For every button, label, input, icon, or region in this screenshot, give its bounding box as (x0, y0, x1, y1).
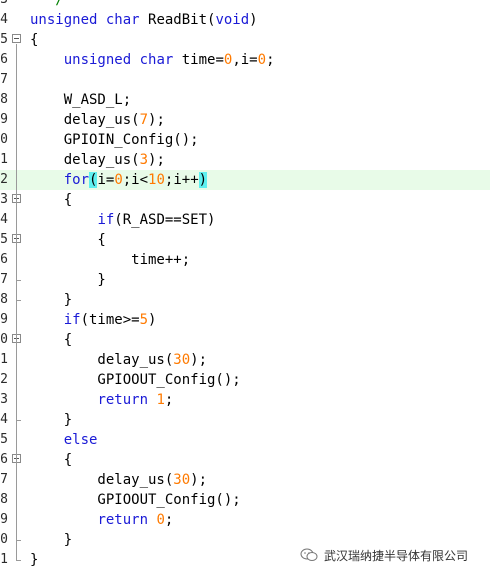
line-number: 4 (0, 212, 8, 227)
code-text: } (30, 412, 73, 428)
fold-guide-end (16, 420, 21, 421)
code-line[interactable]: 0 { (0, 330, 490, 350)
code-text: unsigned char ReadBit(void) (30, 12, 258, 28)
code-line[interactable]: 3 { (0, 190, 490, 210)
code-line[interactable]: 1 delay_us(3); (0, 150, 490, 170)
code-text: delay_us(3); (30, 152, 165, 168)
line-number: 4 (0, 12, 8, 27)
code-line[interactable]: 7 (0, 70, 490, 90)
code-text: time++; (30, 252, 191, 268)
line-number: 0 (0, 532, 8, 547)
code-text: GPIOIN_Config(); (30, 132, 199, 148)
code-line[interactable]: 0 GPIOIN_Config(); (0, 130, 490, 150)
code-line[interactable]: 6 time++; (0, 250, 490, 270)
line-number: 0 (0, 332, 8, 347)
fold-guide-end (16, 560, 21, 561)
wechat-icon (300, 548, 318, 561)
code-text: W_ASD_L; (30, 92, 132, 108)
code-line[interactable]: 5{ (0, 30, 490, 50)
code-text: { (30, 332, 73, 348)
fold-guide (16, 464, 17, 540)
line-number: 5 (0, 432, 8, 447)
code-line[interactable]: 9 if(time>=5) (0, 310, 490, 330)
code-line[interactable]: 8 W_ASD_L; (0, 90, 490, 110)
code-line[interactable]: 3 */ (0, 0, 490, 10)
code-text: if(R_ASD==SET) (97, 212, 216, 228)
line-number: 6 (0, 52, 8, 67)
line-number: 9 (0, 112, 8, 127)
line-number: 1 (0, 552, 8, 567)
code-text: for(i=0;i<10;i++) (63, 172, 208, 188)
line-number: 6 (0, 252, 8, 267)
fold-guide-end (16, 540, 21, 541)
code-text: else (63, 432, 98, 448)
code-text: return 1; (97, 392, 174, 408)
line-number: 3 (0, 0, 8, 10)
code-text: } (30, 532, 73, 548)
code-line[interactable]: 4 if(R_ASD==SET) (0, 210, 490, 230)
code-line[interactable]: 5 { (0, 230, 490, 250)
line-number: 9 (0, 312, 8, 327)
code-text: if(time>=5) (63, 312, 157, 328)
line-number: 9 (0, 512, 8, 527)
code-text: delay_us(30); (30, 472, 208, 488)
line-number: 7 (0, 272, 8, 287)
code-line[interactable]: 5 else (0, 430, 490, 450)
line-number: 1 (0, 152, 8, 167)
code-text: } (30, 292, 73, 308)
line-number: 3 (0, 192, 8, 207)
code-line[interactable]: 6 { (0, 450, 490, 470)
code-line[interactable]: 4 unsigned char ReadBit(void) (0, 10, 490, 30)
fold-guide-end (16, 280, 21, 281)
line-number: 5 (0, 232, 8, 247)
code-text: */ (30, 0, 64, 8)
code-editor[interactable]: 3 */4unsigned char ReadBit(void)5{6 unsi… (0, 0, 490, 577)
watermark-text: 武汉瑞纳捷半导体有限公司 (324, 548, 469, 563)
code-line[interactable]: 8 GPIOOUT_Config(); (0, 490, 490, 510)
line-number: 8 (0, 292, 8, 307)
code-text: { (30, 32, 39, 48)
line-number: 2 (0, 372, 8, 387)
code-line[interactable]: 6 unsigned char time=0,i=0; (0, 50, 490, 70)
code-line[interactable]: 7 } (0, 270, 490, 290)
fold-guide (16, 344, 17, 420)
code-text: GPIOOUT_Config(); (30, 492, 241, 508)
code-line[interactable]: 1 delay_us(30); (0, 350, 490, 370)
line-number: 7 (0, 72, 8, 87)
code-text: } (30, 272, 106, 288)
line-number: 6 (0, 452, 8, 467)
code-line[interactable]: 2 for(i=0;i<10;i++) (0, 170, 490, 190)
code-line[interactable]: 2 GPIOOUT_Config(); (0, 370, 490, 390)
code-line[interactable]: 9 return 0; (0, 510, 490, 530)
code-line[interactable]: 8 } (0, 290, 490, 310)
fold-guide (16, 244, 17, 280)
line-number: 7 (0, 472, 8, 487)
code-text: delay_us(30); (30, 352, 208, 368)
code-line[interactable]: 9 delay_us(7); (0, 110, 490, 130)
code-text: delay_us(7); (30, 112, 165, 128)
code-line[interactable]: 3 return 1; (0, 390, 490, 410)
code-text: GPIOOUT_Config(); (30, 372, 241, 388)
fold-toggle-icon[interactable] (12, 34, 21, 43)
line-number: 1 (0, 352, 8, 367)
line-number: 2 (0, 172, 8, 187)
code-text: { (30, 192, 73, 208)
line-number: 4 (0, 412, 8, 427)
code-text: return 0; (97, 512, 174, 528)
line-number: 3 (0, 392, 8, 407)
line-number: 5 (0, 32, 8, 47)
line-number: 0 (0, 132, 8, 147)
code-line[interactable]: 7 delay_us(30); (0, 470, 490, 490)
fold-guide-end (16, 300, 21, 301)
code-text: } (30, 552, 39, 568)
code-text: unsigned char time=0,i=0; (63, 52, 275, 68)
line-number: 8 (0, 92, 8, 107)
code-text: { (30, 232, 106, 248)
watermark: 武汉瑞纳捷半导体有限公司 (300, 545, 468, 565)
line-number: 8 (0, 492, 8, 507)
code-line[interactable]: 4 } (0, 410, 490, 430)
code-text: { (30, 452, 73, 468)
